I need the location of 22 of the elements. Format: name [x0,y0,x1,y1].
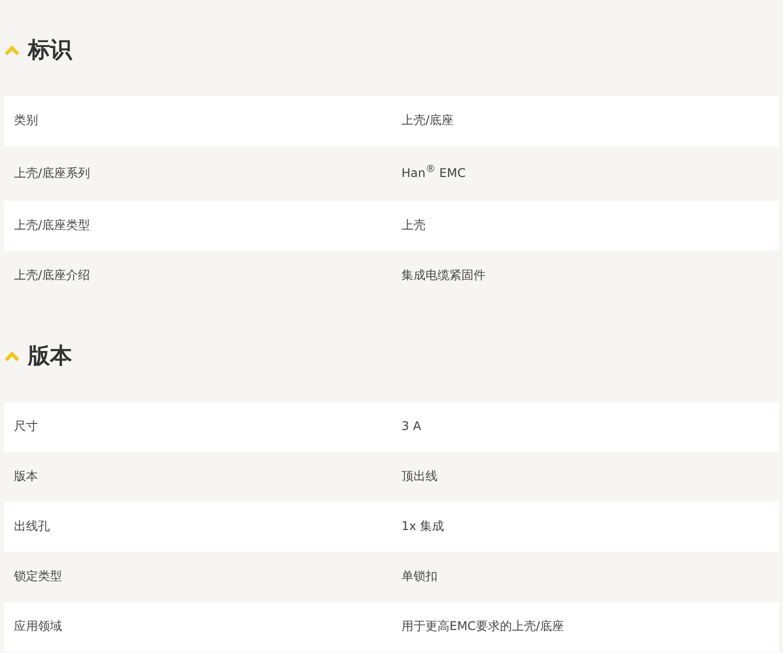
property-value: 上壳 [400,218,426,234]
property-label: 上壳/底座系列 [13,166,92,182]
property-value: Han$^{®}$ EMC [400,166,467,182]
property-value: 单锁扣 [400,569,438,585]
property-value: 1x 集成 [400,519,446,535]
section-title: 标识 [28,37,72,65]
property-value: 顶出线 [400,469,438,485]
property-label: 类别 [13,113,39,129]
chevron-up-icon[interactable] [4,351,20,361]
property-label: 锁定类型 [13,569,63,585]
property-label: 应用领域 [13,619,63,635]
property-label: 出线孔 [13,519,51,535]
property-label: 上壳/底座类型 [13,218,92,234]
property-label: 上壳/底座介绍 [13,268,92,284]
property-value: 3 A [400,419,422,435]
property-value: 上壳/底座 [400,113,455,129]
section-title: 版本 [28,343,72,371]
property-value: 集成电缆紧固件 [400,268,486,284]
property-label: 尺寸 [13,419,39,435]
property-value: 用于更高EMC要求的上壳/底座 [400,619,565,635]
property-label: 版本 [13,469,39,485]
chevron-up-icon[interactable] [4,45,20,55]
